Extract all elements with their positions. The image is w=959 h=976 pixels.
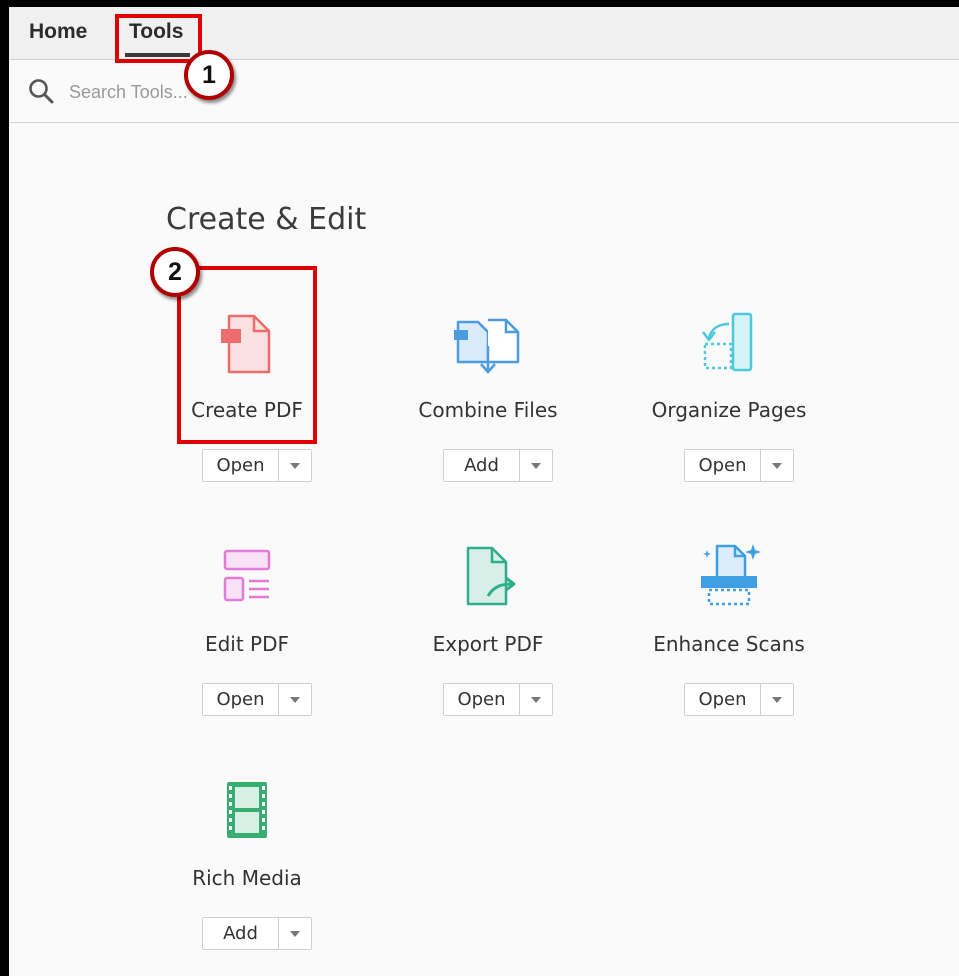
combine-files-icon (454, 318, 520, 374)
tool-label: Rich Media (192, 866, 302, 890)
callout-badge-2: 2 (150, 247, 200, 297)
open-button[interactable]: Open (685, 450, 761, 481)
open-button[interactable]: Open (203, 684, 279, 715)
split-button: Open (202, 683, 312, 716)
open-button[interactable]: Open (444, 684, 520, 715)
dropdown-button[interactable] (279, 918, 311, 949)
tool-label: Organize Pages (651, 398, 807, 422)
highlight-create-pdf (177, 266, 317, 444)
tool-edit-pdf[interactable]: Edit PDF Open (157, 526, 337, 726)
chevron-down-icon (290, 930, 300, 937)
chevron-down-icon (772, 462, 782, 469)
search-icon[interactable] (28, 78, 54, 104)
tools-window: Home Tools Create & Edit Create PDF Open (9, 7, 959, 976)
split-button: Open (684, 683, 794, 716)
section-title-create-edit: Create & Edit (166, 202, 367, 237)
edit-pdf-icon (223, 549, 271, 602)
dropdown-button[interactable] (761, 450, 793, 481)
split-button: Add (202, 917, 312, 950)
rich-media-icon (227, 782, 267, 838)
open-button[interactable]: Open (203, 450, 279, 481)
callout-badge-1: 1 (184, 50, 234, 100)
tool-rich-media[interactable]: Rich Media Add (157, 760, 337, 960)
dropdown-button[interactable] (279, 450, 311, 481)
dropdown-button[interactable] (520, 684, 552, 715)
tab-home[interactable]: Home (29, 20, 87, 44)
split-button: Open (443, 683, 553, 716)
enhance-scans-icon (701, 544, 761, 606)
chevron-down-icon (772, 696, 782, 703)
split-button: Open (684, 449, 794, 482)
open-button[interactable]: Open (685, 684, 761, 715)
tool-enhance-scans[interactable]: Enhance Scans Open (639, 526, 819, 726)
add-button[interactable]: Add (444, 450, 520, 481)
export-pdf-icon (466, 546, 516, 606)
split-button: Open (202, 449, 312, 482)
highlight-tools-tab (115, 14, 202, 63)
chevron-down-icon (290, 462, 300, 469)
dropdown-button[interactable] (761, 684, 793, 715)
organize-pages-icon (702, 312, 753, 372)
split-button: Add (443, 449, 553, 482)
tool-label: Edit PDF (204, 632, 290, 656)
tool-label: Combine Files (418, 398, 558, 422)
tool-label: Export PDF (432, 632, 544, 656)
dropdown-button[interactable] (520, 450, 552, 481)
chevron-down-icon (290, 696, 300, 703)
chevron-down-icon (531, 462, 541, 469)
tool-organize-pages[interactable]: Organize Pages Open (639, 292, 819, 492)
tool-label: Enhance Scans (653, 632, 805, 656)
dropdown-button[interactable] (279, 684, 311, 715)
search-bar (9, 60, 959, 123)
tool-export-pdf[interactable]: Export PDF Open (398, 526, 578, 726)
tool-combine-files[interactable]: Combine Files Add (398, 292, 578, 492)
chevron-down-icon (531, 696, 541, 703)
add-button[interactable]: Add (203, 918, 279, 949)
